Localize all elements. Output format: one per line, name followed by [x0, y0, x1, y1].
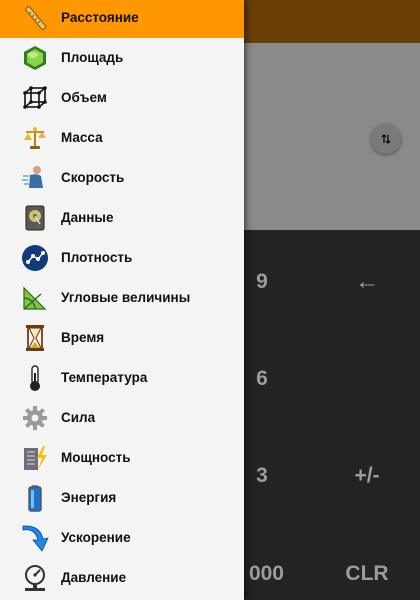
drawer-item-label: Объем [61, 90, 107, 105]
drawer-item-acceleration[interactable]: Ускорение [0, 518, 244, 558]
drawer-item-volume[interactable]: Объем [0, 78, 244, 118]
runner-icon [21, 164, 49, 192]
drawer-item-label: Сила [61, 410, 96, 425]
drawer-item-angles[interactable]: Угловые величины [0, 278, 244, 318]
drawer-item-speed[interactable]: Скорость [0, 158, 244, 198]
area-hexagon-icon [21, 44, 49, 72]
curved-arrow-icon [21, 524, 49, 552]
drawer-item-pressure[interactable]: Давление [0, 558, 244, 598]
battery-icon [21, 484, 49, 512]
drawer-item-label: Давление [61, 570, 127, 585]
density-molecule-icon [21, 244, 49, 272]
drawer-item-label: Масса [61, 130, 103, 145]
drawer-item-force[interactable]: Сила [0, 398, 244, 438]
drawer-item-distance[interactable]: Расстояние [0, 0, 244, 38]
drawer-item-label: Время [61, 330, 105, 345]
drawer-item-mass[interactable]: Масса [0, 118, 244, 158]
drawer-item-density[interactable]: Плотность [0, 238, 244, 278]
key-backspace[interactable]: ← [337, 264, 397, 300]
protractor-icon [21, 284, 49, 312]
drawer-item-time[interactable]: Время [0, 318, 244, 358]
drawer-item-label: Расстояние [61, 10, 139, 25]
swap-units-button[interactable] [371, 124, 401, 154]
key-plus-minus[interactable]: +/- [337, 458, 397, 494]
drawer-item-label: Ускорение [61, 530, 131, 545]
drawer-item-area[interactable]: Площадь [0, 38, 244, 78]
drawer-item-energy[interactable]: Энергия [0, 478, 244, 518]
pressure-gauge-icon [21, 564, 49, 592]
drawer-item-label: Угловые величины [61, 290, 191, 305]
key-clear[interactable]: CLR [337, 556, 397, 592]
swap-vertical-icon [380, 133, 392, 145]
gear-icon [21, 404, 49, 432]
drawer-item-temperature[interactable]: Температура [0, 358, 244, 398]
drawer-item-label: Плотность [61, 250, 133, 265]
drawer-item-data[interactable]: Данные [0, 198, 244, 238]
power-lightning-icon [21, 444, 49, 472]
drawer-item-label: Данные [61, 210, 114, 225]
drawer-item-power[interactable]: Мощность [0, 438, 244, 478]
drawer-item-label: Площадь [61, 50, 124, 65]
volume-cube-icon [21, 84, 49, 112]
drawer-item-label: Энергия [61, 490, 117, 505]
hourglass-icon [21, 324, 49, 352]
thermometer-icon [21, 364, 49, 392]
drawer-item-label: Скорость [61, 170, 125, 185]
drawer-item-label: Температура [61, 370, 148, 385]
hard-drive-icon [21, 204, 49, 232]
scales-icon [21, 124, 49, 152]
navigation-drawer: Расстояние Площадь Объем Масса Скорость … [0, 0, 244, 600]
drawer-item-label: Мощность [61, 450, 131, 465]
ruler-icon [21, 4, 49, 32]
